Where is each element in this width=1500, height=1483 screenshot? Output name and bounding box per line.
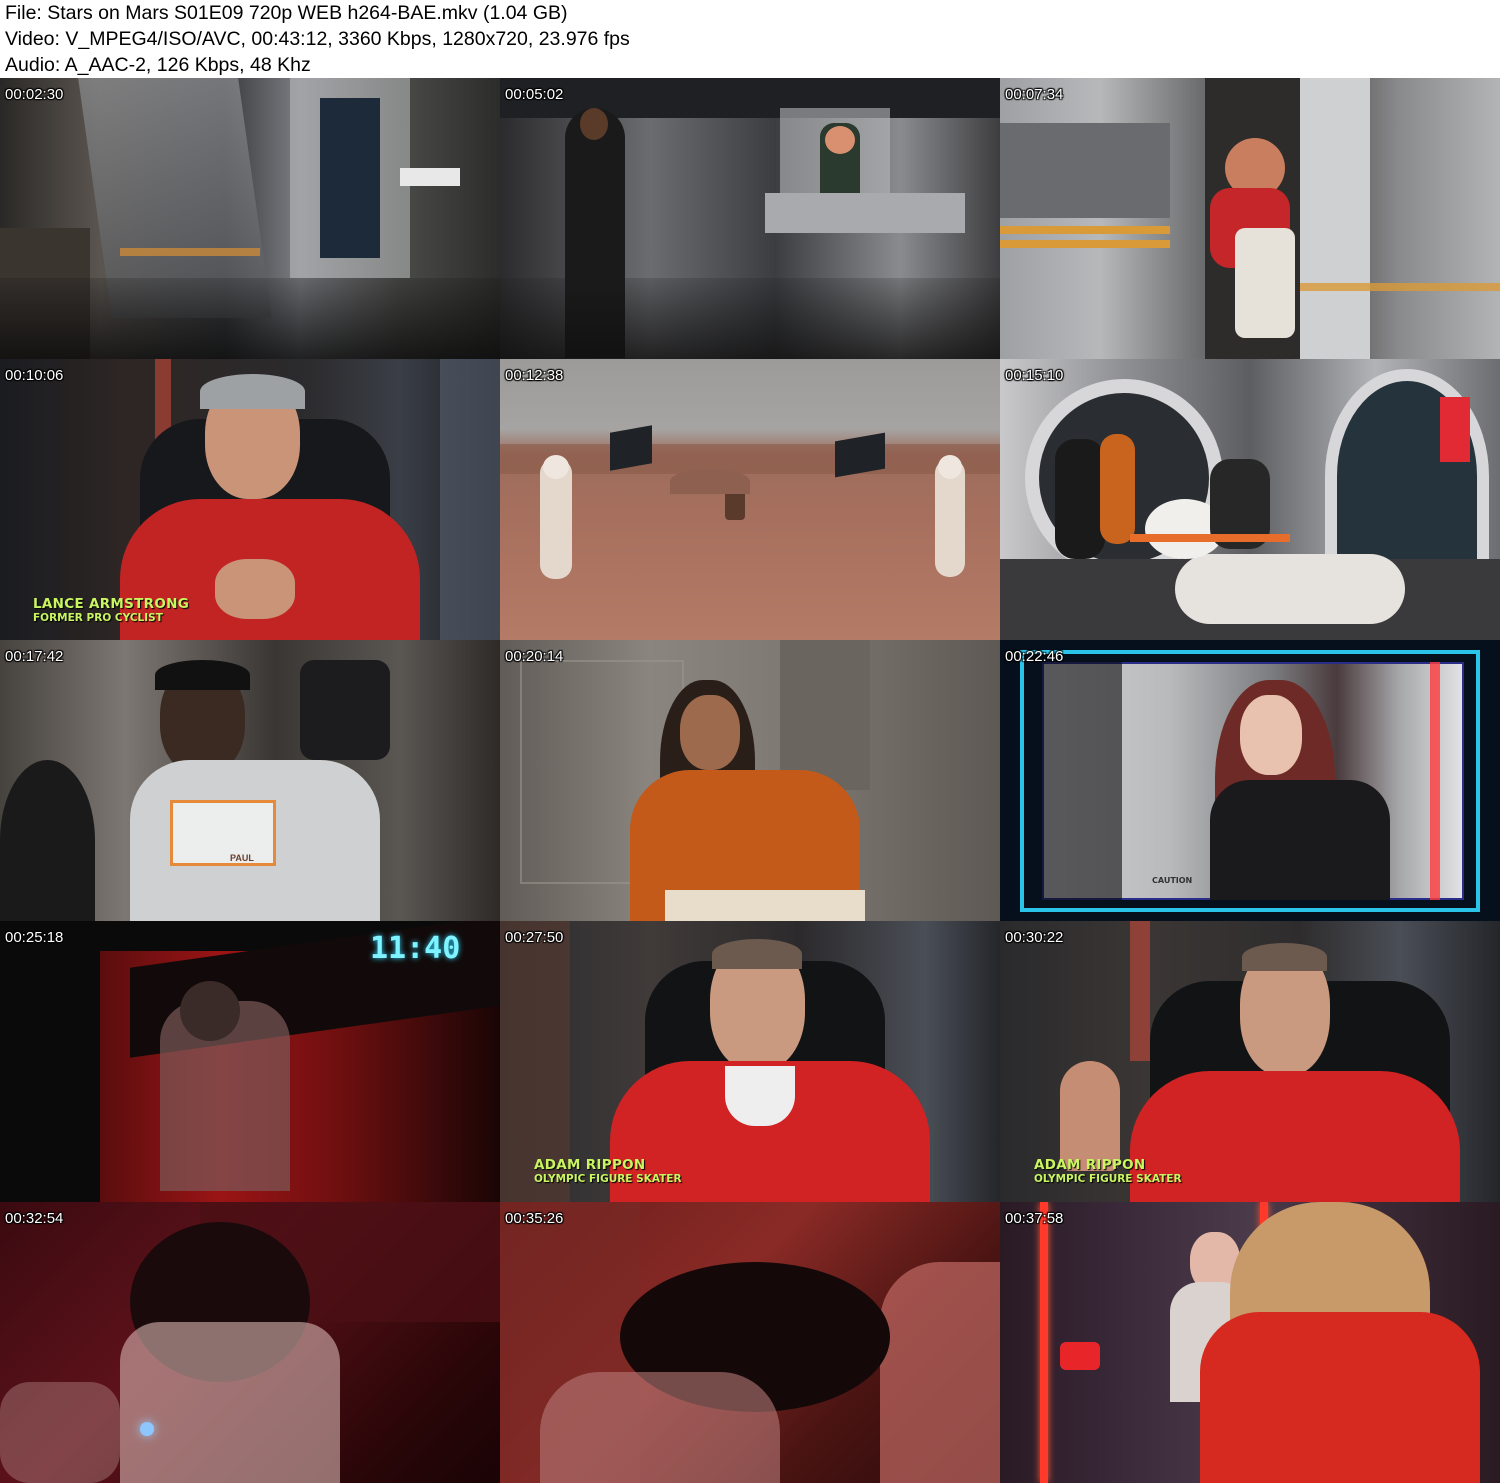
timestamp: 00:25:18	[5, 929, 64, 946]
thumbnail-11: ADAM RIPPON OLYMPIC FIGURE SKATER 00:27:…	[500, 921, 1000, 1202]
timestamp: 00:02:30	[5, 86, 64, 103]
thumbnail-8: 00:20:14	[500, 640, 1000, 921]
thumbnail-6: 00:15:10	[1000, 359, 1500, 640]
suit-name-badge: PAUL	[230, 853, 254, 863]
thumbnail-3: 00:07:34	[1000, 78, 1500, 359]
timestamp: 00:17:42	[5, 648, 64, 665]
lower-third: LANCE ARMSTRONG FORMER PRO CYCLIST	[33, 596, 189, 624]
countdown-clock: 11:40	[370, 931, 461, 966]
thumbnail-14: 00:35:26	[500, 1202, 1000, 1483]
timestamp: 00:37:58	[1005, 1210, 1064, 1227]
file-info-line: File: Stars on Mars S01E09 720p WEB h264…	[5, 2, 568, 24]
thumbnail-4: LANCE ARMSTRONG FORMER PRO CYCLIST 00:10…	[0, 359, 500, 640]
thumbnail-13: 00:32:54	[0, 1202, 500, 1483]
timestamp: 00:05:02	[505, 86, 564, 103]
lower-third-role: OLYMPIC FIGURE SKATER	[534, 1173, 682, 1185]
timestamp: 00:07:34	[1005, 86, 1064, 103]
timestamp: 00:22:46	[1005, 648, 1064, 665]
thumbnail-10: 11:40 00:25:18	[0, 921, 500, 1202]
timestamp: 00:12:38	[505, 367, 564, 384]
thumbnail-2: 00:05:02	[500, 78, 1000, 359]
timestamp: 00:20:14	[505, 648, 564, 665]
thumbnail-12: ADAM RIPPON OLYMPIC FIGURE SKATER 00:30:…	[1000, 921, 1500, 1202]
thumbnail-9: CAUTION 00:22:46	[1000, 640, 1500, 921]
audio-info-line: Audio: A_AAC-2, 126 Kbps, 48 Khz	[5, 54, 311, 76]
lower-third-name: LANCE ARMSTRONG	[33, 596, 190, 612]
lower-third-name: ADAM RIPPON	[534, 1157, 646, 1173]
timestamp: 00:10:06	[5, 367, 64, 384]
thumbnail-15: 00:37:58	[1000, 1202, 1500, 1483]
timestamp: 00:35:26	[505, 1210, 564, 1227]
thumbnail-1: 00:02:30	[0, 78, 500, 359]
file-info-header: File: Stars on Mars S01E09 720p WEB h264…	[0, 0, 1500, 78]
wall-caption: CAUTION	[1152, 876, 1193, 885]
timestamp: 00:32:54	[5, 1210, 64, 1227]
lower-third: ADAM RIPPON OLYMPIC FIGURE SKATER	[1034, 1157, 1182, 1185]
timestamp: 00:27:50	[505, 929, 564, 946]
lower-third-name: ADAM RIPPON	[1034, 1157, 1146, 1173]
lower-third: ADAM RIPPON OLYMPIC FIGURE SKATER	[534, 1157, 682, 1185]
lower-third-role: FORMER PRO CYCLIST	[33, 612, 163, 624]
timestamp: 00:15:10	[1005, 367, 1064, 384]
lower-third-role: OLYMPIC FIGURE SKATER	[1034, 1173, 1182, 1185]
thumbnail-5: 00:12:38	[500, 359, 1000, 640]
thumbnail-grid: 00:02:30 00:05:02 00:07:34 LANCE ARMSTRO…	[0, 78, 1500, 1483]
timestamp: 00:30:22	[1005, 929, 1064, 946]
video-info-line: Video: V_MPEG4/ISO/AVC, 00:43:12, 3360 K…	[5, 28, 630, 50]
thumbnail-7: PAUL 00:17:42	[0, 640, 500, 921]
